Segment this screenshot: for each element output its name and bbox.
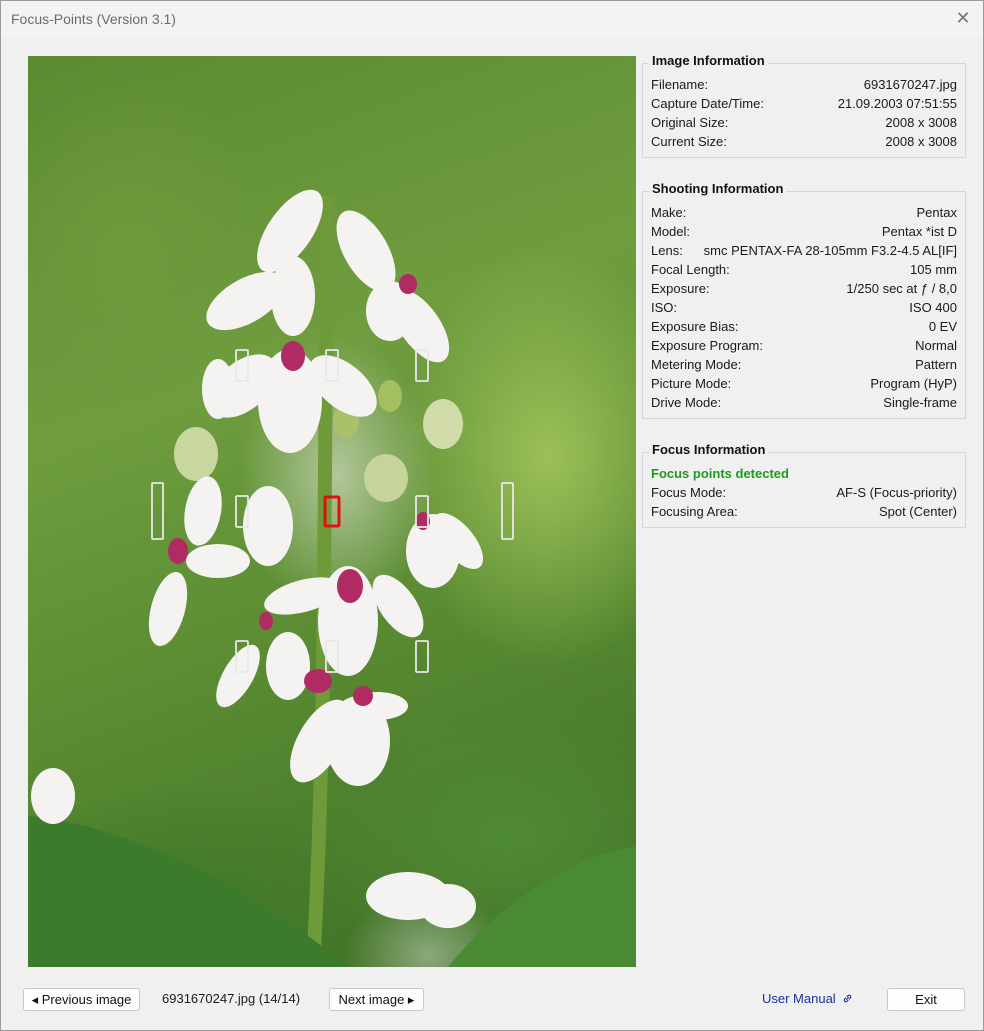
focus-points-window: Focus-Points (Version 3.1) ✕ Image Infor… [0, 0, 984, 1031]
shooting-information-group: Shooting Information Make: Pentax Model:… [642, 181, 966, 419]
row-label: ISO: [651, 300, 678, 315]
row-value: 1/250 sec at ƒ / 8,0 [846, 281, 957, 296]
row-label: Focus Mode: [651, 485, 727, 500]
focus-point [501, 482, 514, 540]
info-row-focusing-area: Focusing Area: Spot (Center) [651, 502, 957, 521]
row-label: Drive Mode: [651, 395, 722, 410]
close-button[interactable]: ✕ [949, 5, 977, 31]
row-value: 2008 x 3008 [885, 134, 957, 149]
row-value: Spot (Center) [878, 504, 957, 519]
row-label: Filename: [651, 77, 709, 92]
info-row-focus-mode: Focus Mode: AF-S (Focus-priority) [651, 483, 957, 502]
row-value: ISO 400 [909, 300, 957, 315]
photo-preview [28, 56, 636, 967]
focus-status-text: Focus points detected [651, 466, 789, 481]
row-value: Pentax *ist D [881, 224, 957, 239]
info-row-exposure: Exposure: 1/250 sec at ƒ / 8,0 [651, 279, 957, 298]
image-information-group: Image Information Filename: 6931670247.j… [642, 53, 966, 158]
row-label: Lens: [651, 243, 683, 258]
row-label: Capture Date/Time: [651, 96, 764, 111]
info-row-current-size: Current Size: 2008 x 3008 [651, 132, 957, 151]
image-information-heading: Image Information [649, 53, 768, 68]
close-icon: ✕ [955, 7, 971, 28]
info-row-metering-mode: Metering Mode: Pattern [651, 355, 957, 374]
row-value: 2008 x 3008 [885, 115, 957, 130]
row-label: Picture Mode: [651, 376, 732, 391]
row-label: Exposure Program: [651, 338, 763, 353]
row-value: 21.09.2003 07:51:55 [837, 96, 957, 111]
info-row-make: Make: Pentax [651, 203, 957, 222]
info-row-focal-length: Focal Length: 105 mm [651, 260, 957, 279]
previous-image-button[interactable]: ◂ Previous image [23, 988, 140, 1011]
info-row-model: Model: Pentax *ist D [651, 222, 957, 241]
shooting-information-heading: Shooting Information [649, 181, 787, 196]
row-label: Make: [651, 205, 687, 220]
row-value: Program (HyP) [870, 376, 957, 391]
focus-status-row: Focus points detected [651, 464, 957, 483]
row-value: 0 EV [928, 319, 957, 334]
row-label: Exposure: [651, 281, 710, 296]
exit-button[interactable]: Exit [887, 988, 965, 1011]
focus-point [415, 640, 429, 673]
row-value: AF-S (Focus-priority) [836, 485, 957, 500]
info-row-filename: Filename: 6931670247.jpg [651, 75, 957, 94]
row-label: Current Size: [651, 134, 727, 149]
row-label: Focusing Area: [651, 504, 738, 519]
info-row-drive-mode: Drive Mode: Single-frame [651, 393, 957, 412]
image-counter: 6931670247.jpg (14/14) [162, 991, 301, 1006]
title-bar[interactable]: Focus-Points (Version 3.1) ✕ [1, 1, 983, 37]
user-manual-link[interactable]: User Manual [762, 991, 853, 1006]
row-value: 105 mm [910, 262, 957, 277]
row-value: 6931670247.jpg [863, 77, 957, 92]
focus-information-heading: Focus Information [649, 442, 769, 457]
info-row-original-size: Original Size: 2008 x 3008 [651, 113, 957, 132]
row-label: Original Size: [651, 115, 729, 130]
row-value: smc PENTAX-FA 28-105mm F3.2-4.5 AL[IF] [703, 243, 957, 258]
info-row-iso: ISO: ISO 400 [651, 298, 957, 317]
row-label: Metering Mode: [651, 357, 742, 372]
info-row-exposure-program: Exposure Program: Normal [651, 336, 957, 355]
focus-information-group: Focus Information Focus points detected … [642, 442, 966, 528]
row-label: Model: [651, 224, 691, 239]
row-value: Single-frame [883, 395, 957, 410]
link-icon [844, 994, 852, 1003]
user-manual-label: User Manual [762, 991, 836, 1006]
info-row-picture-mode: Picture Mode: Program (HyP) [651, 374, 957, 393]
next-image-button[interactable]: Next image ▸ [329, 988, 424, 1011]
window-title: Focus-Points (Version 3.1) [11, 11, 176, 27]
info-row-lens: Lens: smc PENTAX-FA 28-105mm F3.2-4.5 AL… [651, 241, 957, 260]
row-value: Normal [915, 338, 957, 353]
row-label: Focal Length: [651, 262, 730, 277]
info-row-exposure-bias: Exposure Bias: 0 EV [651, 317, 957, 336]
row-value: Pentax [916, 205, 957, 220]
row-value: Pattern [915, 357, 957, 372]
row-label: Exposure Bias: [651, 319, 739, 334]
photo-artwork [28, 189, 636, 967]
info-row-capture-date: Capture Date/Time: 21.09.2003 07:51:55 [651, 94, 957, 113]
focus-point [151, 482, 164, 540]
